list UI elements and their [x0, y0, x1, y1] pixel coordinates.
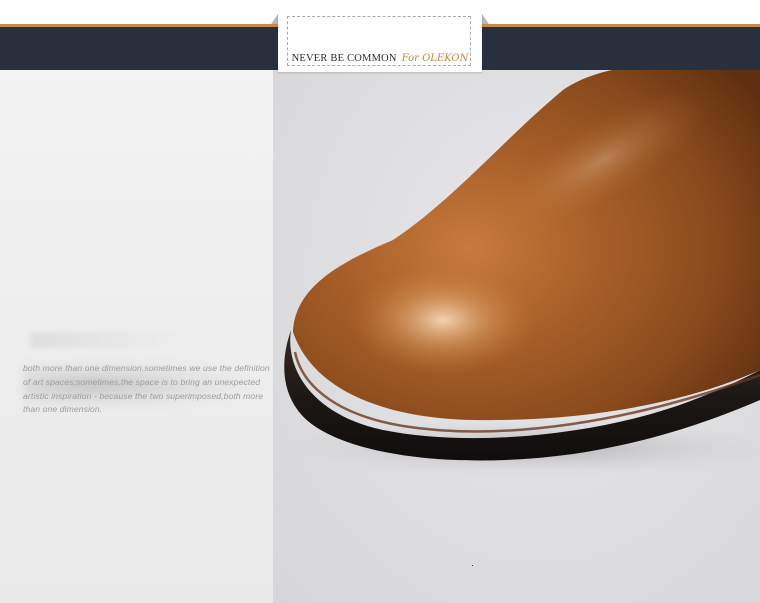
speck [472, 565, 473, 566]
product-photo [273, 70, 760, 603]
description-text: both more than one dimension.sometimes w… [23, 363, 270, 415]
tab-fold-right [482, 14, 489, 24]
brand-name: For OLEKON [401, 53, 469, 64]
brand-tag-text: NEVER BE COMMON For OLEKON [278, 48, 482, 66]
tab-fold-left [271, 14, 278, 24]
blurred-heading [30, 332, 180, 348]
text-panel [0, 70, 273, 603]
toe-highlight [348, 265, 538, 375]
shoe-toe-image [283, 70, 760, 476]
brand-tag: NEVER BE COMMON For OLEKON [278, 14, 482, 72]
tagline: NEVER BE COMMON [291, 53, 397, 64]
